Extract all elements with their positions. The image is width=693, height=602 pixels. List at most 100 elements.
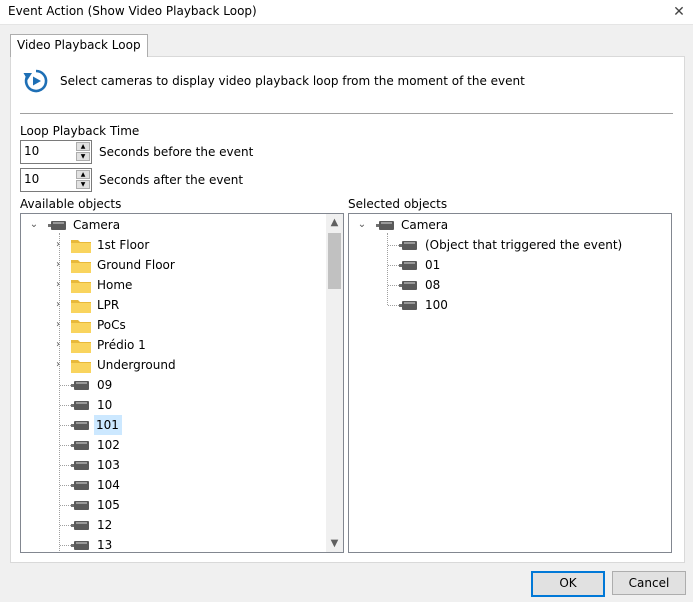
tree-item-folder[interactable]: › 1st Floor: [21, 235, 321, 255]
loop-playback-heading: Loop Playback Time: [20, 124, 140, 138]
tree-item-label: 103: [97, 458, 120, 472]
scroll-up-icon[interactable]: ▲: [326, 214, 343, 231]
tree-item-folder[interactable]: › Prédio 1: [21, 335, 321, 355]
tree-item-folder[interactable]: › PoCs: [21, 315, 321, 335]
camera-icon: [71, 501, 89, 510]
scroll-down-icon[interactable]: ▼: [326, 535, 343, 552]
tree-item-label: 09: [97, 378, 113, 392]
camera-icon: [71, 441, 89, 450]
camera-icon: [71, 541, 89, 550]
folder-icon: [71, 260, 91, 273]
tree-item-folder[interactable]: › Home: [21, 275, 321, 295]
tree-item-label: 13: [97, 538, 113, 552]
seconds-after-stepper[interactable]: ▲ ▼: [20, 168, 92, 192]
collapse-chevron-right-icon[interactable]: ›: [53, 295, 63, 315]
available-objects-tree[interactable]: ⌄ Camera › 1st Floor › Ground Floor › Home › LPR ›…: [20, 213, 344, 553]
tree-item-camera[interactable]: (Object that triggered the event): [349, 235, 649, 255]
tree-item-camera[interactable]: 103: [21, 455, 321, 475]
folder-icon: [71, 340, 91, 353]
folder-icon: [71, 360, 91, 373]
tree-item-camera[interactable]: 100: [349, 295, 649, 315]
selected-objects-tree[interactable]: ⌄ Camera (Object that triggered the event)…: [348, 213, 672, 553]
seconds-before-stepper[interactable]: ▲ ▼: [20, 140, 92, 164]
tree-item-label: Home: [97, 278, 133, 292]
spin-down-icon[interactable]: ▼: [76, 152, 90, 161]
tree-item-camera[interactable]: 13: [21, 535, 321, 552]
tree-item-label: Prédio 1: [97, 338, 146, 352]
camera-icon: [71, 421, 89, 430]
tab-video-playback-loop[interactable]: Video Playback Loop: [10, 34, 148, 57]
close-icon[interactable]: ✕: [669, 2, 689, 22]
tree-item-label: Camera: [73, 218, 121, 232]
tree-item-camera-root[interactable]: ⌄ Camera: [21, 215, 321, 235]
seconds-after-label: Seconds after the event: [99, 173, 244, 187]
tree-item-camera[interactable]: 102: [21, 435, 321, 455]
collapse-chevron-right-icon[interactable]: ›: [53, 235, 63, 255]
spin-down-icon[interactable]: ▼: [76, 180, 90, 189]
tree-item-camera[interactable]: 10: [21, 395, 321, 415]
camera-icon: [399, 261, 417, 270]
available-objects-heading: Available objects: [20, 197, 122, 211]
camera-icon: [399, 241, 417, 250]
collapse-chevron-right-icon[interactable]: ›: [53, 315, 63, 335]
camera-icon: [71, 521, 89, 530]
title-bar: Event Action (Show Video Playback Loop) …: [0, 0, 693, 25]
cancel-button[interactable]: Cancel: [612, 571, 686, 595]
ok-button[interactable]: OK: [531, 571, 605, 597]
expand-chevron-down-icon[interactable]: ⌄: [357, 215, 367, 235]
spin-up-icon[interactable]: ▲: [76, 142, 90, 151]
tree-item-camera[interactable]: 08: [349, 275, 649, 295]
camera-icon: [71, 381, 89, 390]
tree-item-label: Underground: [97, 358, 176, 372]
folder-icon: [71, 240, 91, 253]
playback-loop-icon: [23, 69, 48, 93]
camera-icon: [71, 401, 89, 410]
window-title: Event Action (Show Video Playback Loop): [8, 4, 257, 18]
tree-item-label: Ground Floor: [97, 258, 175, 272]
collapse-chevron-right-icon[interactable]: ›: [53, 275, 63, 295]
tree-item-folder[interactable]: › Underground: [21, 355, 321, 375]
collapse-chevron-right-icon[interactable]: ›: [53, 335, 63, 355]
tree-item-folder[interactable]: › LPR: [21, 295, 321, 315]
tree-item-camera[interactable]: 09: [21, 375, 321, 395]
tree-item-folder[interactable]: › Ground Floor: [21, 255, 321, 275]
seconds-before-label: Seconds before the event: [99, 145, 254, 159]
seconds-after-input[interactable]: [21, 169, 74, 189]
tree-item-camera[interactable]: 105: [21, 495, 321, 515]
tree-item-label: LPR: [97, 298, 120, 312]
selected-objects-heading: Selected objects: [348, 197, 448, 211]
tree-item-camera-root[interactable]: ⌄ Camera: [349, 215, 649, 235]
tree-item-label: 102: [97, 438, 120, 452]
tree-item-label: 101: [94, 415, 122, 435]
camera-icon: [376, 221, 394, 230]
collapse-chevron-right-icon[interactable]: ›: [53, 355, 63, 375]
camera-icon: [71, 461, 89, 470]
camera-icon: [71, 481, 89, 490]
tree-item-label: 1st Floor: [97, 238, 150, 252]
separator: [20, 113, 673, 114]
scrollbar-thumb[interactable]: [328, 233, 341, 289]
tree-item-label: 104: [97, 478, 120, 492]
tree-item-label: 01: [425, 258, 441, 272]
tree-item-label: (Object that triggered the event): [425, 238, 623, 252]
spin-up-icon[interactable]: ▲: [76, 170, 90, 179]
tree-item-label: 105: [97, 498, 120, 512]
folder-icon: [71, 280, 91, 293]
collapse-chevron-right-icon[interactable]: ›: [53, 255, 63, 275]
vertical-scrollbar[interactable]: ▲ ▼: [326, 214, 343, 552]
expand-chevron-down-icon[interactable]: ⌄: [29, 215, 39, 235]
folder-icon: [71, 320, 91, 333]
tree-item-camera[interactable]: 101: [21, 415, 321, 435]
tree-item-label: 08: [425, 278, 441, 292]
camera-icon: [48, 221, 66, 230]
camera-icon: [399, 281, 417, 290]
tree-item-camera[interactable]: 104: [21, 475, 321, 495]
tree-item-label: PoCs: [97, 318, 126, 332]
description-text: Select cameras to display video playback…: [60, 74, 525, 88]
tree-item-label: Camera: [401, 218, 449, 232]
seconds-before-input[interactable]: [21, 141, 74, 161]
folder-icon: [71, 300, 91, 313]
tree-item-label: 12: [97, 518, 113, 532]
tree-item-camera[interactable]: 12: [21, 515, 321, 535]
tree-item-camera[interactable]: 01: [349, 255, 649, 275]
